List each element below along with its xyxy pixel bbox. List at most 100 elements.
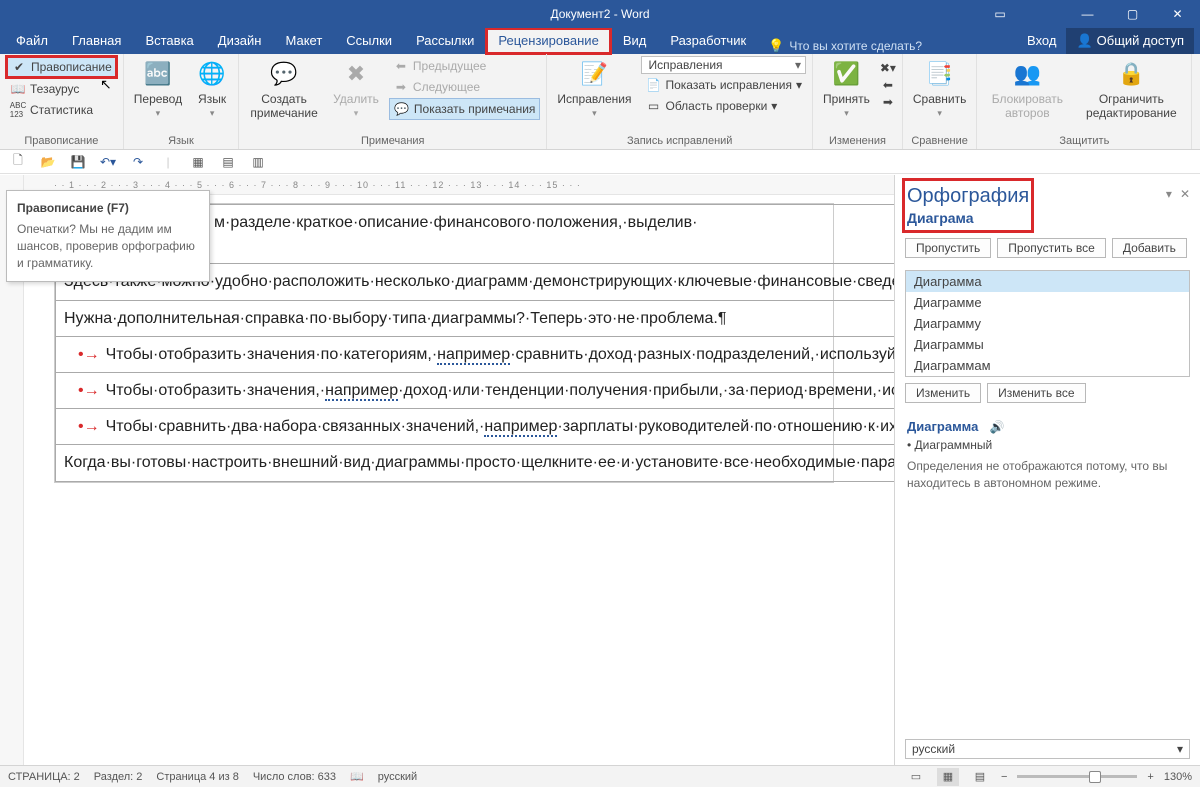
close-button[interactable]: ✕ <box>1155 0 1200 28</box>
status-language[interactable]: русский <box>378 771 417 783</box>
grammar-error[interactable]: например <box>437 346 510 365</box>
speaker-icon[interactable]: 🔊 <box>990 420 1005 434</box>
translate-icon: 🔤 <box>142 58 174 90</box>
thesaurus-button[interactable]: 📖Тезаурус <box>6 79 117 99</box>
status-word-count[interactable]: Число слов: 633 <box>253 771 336 783</box>
read-mode-button[interactable]: ▭ <box>905 768 927 786</box>
tab-developer[interactable]: Разработчик <box>658 28 758 54</box>
block-authors-button[interactable]: 👥Блокировать авторов <box>983 56 1071 122</box>
print-layout-button[interactable]: ▦ <box>937 768 959 786</box>
change-button[interactable]: Изменить <box>905 383 981 403</box>
quick-access-toolbar: 🗋 📂 💾 ↶▾ ↷ | ▦ ▤ ▥ <box>0 150 1200 174</box>
previous-comment-button[interactable]: ⬅Предыдущее <box>389 56 541 76</box>
status-section[interactable]: Раздел: 2 <box>94 771 143 783</box>
open-file-button[interactable]: 📂 <box>38 152 58 172</box>
status-proofing-icon[interactable]: 📖 <box>350 770 364 783</box>
pane-language-select[interactable]: русский▾ <box>905 739 1190 759</box>
ignore-button[interactable]: Пропустить <box>905 238 991 258</box>
minimize-button[interactable]: — <box>1065 0 1110 28</box>
zoom-slider[interactable] <box>1017 775 1137 778</box>
bulb-icon: 💡 <box>768 38 784 54</box>
ribbon-display-options-icon[interactable]: ▭ <box>980 0 1020 28</box>
pane-options-icon[interactable]: ▾ <box>1166 187 1172 201</box>
accept-button[interactable]: ✅Принять▾ <box>819 56 874 121</box>
web-layout-button[interactable]: ▤ <box>969 768 991 786</box>
zoom-out-button[interactable]: − <box>1001 771 1007 783</box>
ignore-all-button[interactable]: Пропустить все <box>997 238 1106 258</box>
restrict-editing-button[interactable]: 🔒Ограничить редактирование <box>1077 56 1185 122</box>
qat-button[interactable]: ▤ <box>218 152 238 172</box>
status-page[interactable]: СТРАНИЦА: 2 <box>8 771 80 783</box>
redo-button[interactable]: ↷ <box>128 152 148 172</box>
status-page-of[interactable]: Страница 4 из 8 <box>156 771 238 783</box>
word-count-button[interactable]: ABC123Статистика <box>6 100 117 120</box>
reject-button[interactable]: ✖▾ <box>880 60 896 76</box>
tab-insert[interactable]: Вставка <box>133 28 205 54</box>
globe-icon: 🌐 <box>196 58 228 90</box>
sign-in-button[interactable]: Вход <box>1017 28 1066 54</box>
compare-button[interactable]: 📑Сравнить▾ <box>909 56 970 121</box>
prev-icon: ⬅ <box>393 58 409 74</box>
group-label: Изменения <box>829 135 886 147</box>
group-label: Запись исправлений <box>627 135 732 147</box>
tab-view[interactable]: Вид <box>611 28 659 54</box>
zoom-in-button[interactable]: + <box>1147 771 1153 783</box>
new-file-button[interactable]: 🗋 <box>8 152 28 172</box>
show-comments-button[interactable]: 💬Показать примечания <box>389 98 541 120</box>
display-for-review-select[interactable]: Исправления <box>641 56 806 74</box>
pane-icon: ▭ <box>645 98 661 114</box>
pane-close-icon[interactable]: ✕ <box>1180 187 1190 201</box>
qat-button[interactable]: ▥ <box>248 152 268 172</box>
tab-home[interactable]: Главная <box>60 28 133 54</box>
spelling-grammar-button[interactable]: ✔Правописание <box>6 56 117 78</box>
tab-layout[interactable]: Макет <box>273 28 334 54</box>
tab-design[interactable]: Дизайн <box>206 28 274 54</box>
tab-review[interactable]: Рецензирование <box>486 28 610 54</box>
maximize-button[interactable]: ▢ <box>1110 0 1155 28</box>
track-icon: 📝 <box>578 58 610 90</box>
chevron-down-icon: ▾ <box>1177 742 1183 756</box>
undo-button[interactable]: ↶▾ <box>98 152 118 172</box>
next-comment-button[interactable]: ➡Следующее <box>389 77 541 97</box>
grammar-error[interactable]: например <box>325 382 398 401</box>
title-bar: Документ2 - Word ▭ — ▢ ✕ <box>0 0 1200 28</box>
show-markup-button[interactable]: 📄Показать исправления ▾ <box>641 75 806 95</box>
markup-icon: 📄 <box>645 77 661 93</box>
prev-change-button[interactable]: ⬅ <box>880 77 896 93</box>
check-abc-icon: ✔ <box>11 59 27 75</box>
tell-me-search[interactable]: 💡Что вы хотите сделать? <box>768 38 922 54</box>
suggestion-item[interactable]: Диаграмма <box>906 271 1189 292</box>
table-cell: Когда·вы·готовы·настроить·внешний·вид·ди… <box>56 445 895 481</box>
reviewing-pane-button[interactable]: ▭Область проверки ▾ <box>641 96 806 116</box>
suggestion-item[interactable]: Диаграммы <box>906 334 1189 355</box>
zoom-level[interactable]: 130% <box>1164 771 1192 783</box>
tab-file[interactable]: Файл <box>4 28 60 54</box>
language-button[interactable]: 🌐Язык▾ <box>192 56 232 121</box>
new-comment-button[interactable]: 💬Создать примечание <box>245 56 323 122</box>
track-changes-button[interactable]: 📝Исправления▾ <box>553 56 635 121</box>
translate-button[interactable]: 🔤Перевод▾ <box>130 56 186 121</box>
ribbon: ✔Правописание 📖Тезаурус ABC123Статистика… <box>0 54 1200 150</box>
spelling-pane: ▾✕ Орфография Диаграма Пропустить Пропус… <box>894 175 1200 765</box>
next-icon: ➡ <box>393 79 409 95</box>
table-cell: •→Чтобы·отобразить·значения·по·категория… <box>56 336 895 372</box>
suggestions-list[interactable]: Диаграмма Диаграмме Диаграмму Диаграммы … <box>905 270 1190 377</box>
qat-button[interactable]: ▦ <box>188 152 208 172</box>
ribbon-tabs: Файл Главная Вставка Дизайн Макет Ссылки… <box>0 28 1200 54</box>
change-all-button[interactable]: Изменить все <box>987 383 1085 403</box>
next-change-button[interactable]: ➡ <box>880 94 896 110</box>
accept-icon: ✅ <box>830 58 862 90</box>
group-label: Правописание <box>24 135 98 147</box>
suggestion-item[interactable]: Диаграмме <box>906 292 1189 313</box>
suggestion-item[interactable]: Диаграмму <box>906 313 1189 334</box>
share-button[interactable]: 👤Общий доступ <box>1066 28 1194 54</box>
add-to-dictionary-button[interactable]: Добавить <box>1112 238 1187 258</box>
new-comment-icon: 💬 <box>268 58 300 90</box>
tab-references[interactable]: Ссылки <box>334 28 404 54</box>
tab-mailings[interactable]: Рассылки <box>404 28 486 54</box>
grammar-error[interactable]: например <box>484 418 557 437</box>
save-button[interactable]: 💾 <box>68 152 88 172</box>
window-title: Документ2 - Word <box>550 7 649 21</box>
suggestion-item[interactable]: Диаграммам <box>906 355 1189 376</box>
delete-comment-button[interactable]: ✖Удалить▾ <box>329 56 383 121</box>
